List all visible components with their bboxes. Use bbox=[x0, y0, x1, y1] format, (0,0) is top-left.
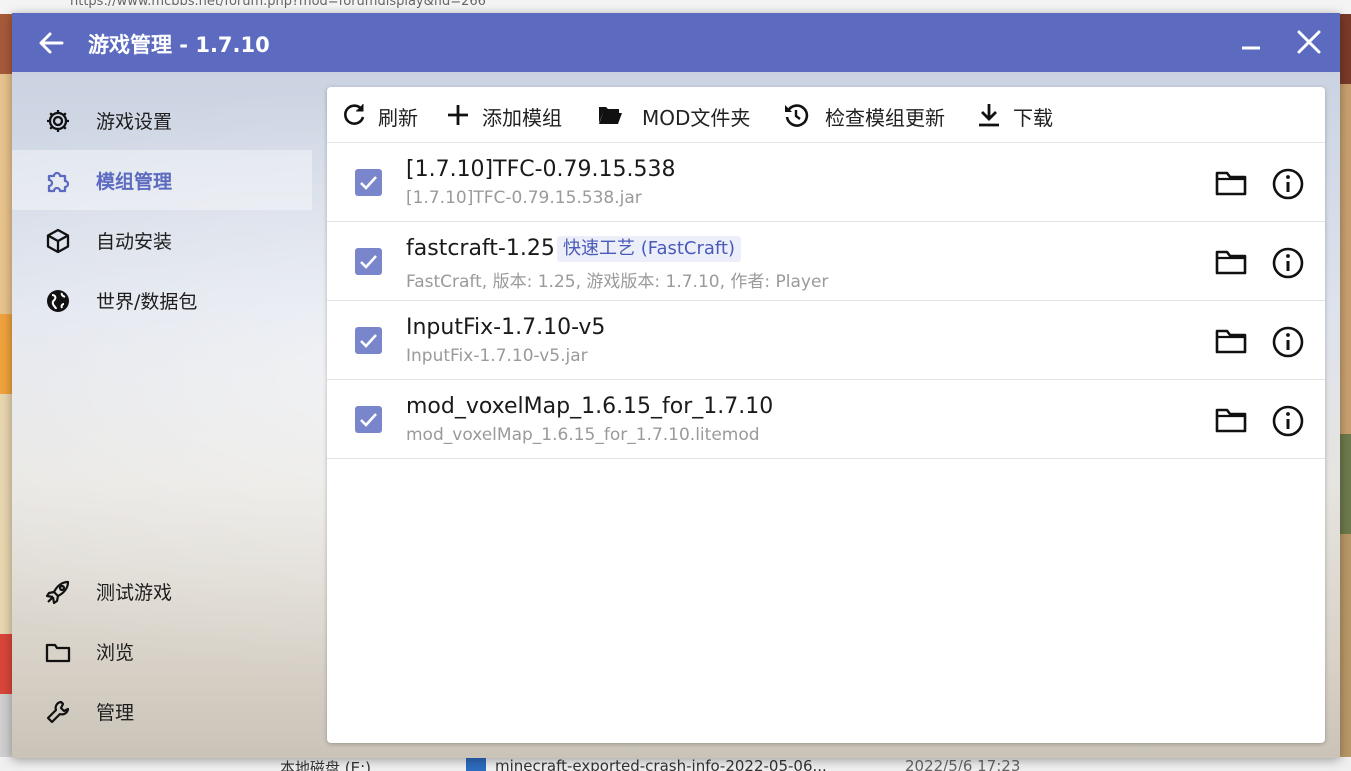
open-folder-button[interactable] bbox=[1214, 325, 1248, 357]
mod-enabled-checkbox[interactable] bbox=[355, 248, 382, 275]
mod-enabled-checkbox[interactable] bbox=[355, 327, 382, 354]
sidebar-item-test-game[interactable]: 测试游戏 bbox=[12, 561, 312, 621]
sidebar-item-label: 自动安装 bbox=[96, 231, 173, 253]
mod-list-card: 刷新 添加模组 MOD文件夹 检查模组更新 下载 [1.7.10]TFC-0.7… bbox=[327, 87, 1325, 743]
close-button[interactable] bbox=[1295, 28, 1323, 56]
explorer-file-date: 2022/5/6 17:23 bbox=[905, 757, 1021, 771]
gear-icon bbox=[47, 110, 69, 132]
check-updates-label: 检查模组更新 bbox=[825, 106, 945, 130]
cube-icon bbox=[46, 228, 70, 254]
sidebar-item-label: 世界/数据包 bbox=[96, 291, 198, 313]
explorer-file-name: minecraft-exported-crash-info-2022-05-06… bbox=[495, 757, 827, 771]
minimize-icon bbox=[1242, 46, 1260, 50]
plus-icon bbox=[448, 105, 468, 125]
mod-info-button[interactable] bbox=[1271, 325, 1305, 359]
window-title: 游戏管理 - 1.7.10 bbox=[88, 33, 270, 57]
checkmark-icon bbox=[360, 255, 377, 269]
wrench-icon bbox=[46, 700, 70, 724]
sidebar-item-label: 测试游戏 bbox=[96, 582, 173, 604]
mod-name: InputFix-1.7.10-v5 bbox=[406, 315, 606, 340]
folder-icon bbox=[1215, 408, 1247, 433]
globe-icon bbox=[47, 290, 69, 312]
download-label: 下载 bbox=[1013, 106, 1053, 130]
sidebar-item-label: 浏览 bbox=[96, 642, 135, 664]
file-explorer-strip: 本地磁盘 (E:) minecraft-exported-crash-info-… bbox=[0, 757, 1351, 771]
window-body: 游戏设置 模组管理 自动安装 世界/数据包 测试游戏 浏览 管理 刷新 添加模组… bbox=[12, 72, 1340, 758]
folder-icon bbox=[1215, 250, 1247, 275]
mod-subtitle: InputFix-1.7.10-v5.jar bbox=[406, 346, 588, 366]
open-folder-button[interactable] bbox=[1214, 167, 1248, 199]
open-folder-button[interactable] bbox=[1214, 246, 1248, 278]
close-icon bbox=[1297, 30, 1321, 54]
rocket-icon bbox=[45, 580, 70, 605]
arrow-left-icon bbox=[39, 32, 64, 54]
update-clock-icon bbox=[785, 104, 809, 127]
sidebar-item-label: 游戏设置 bbox=[96, 111, 173, 133]
mod-info-button[interactable] bbox=[1271, 246, 1305, 280]
mod-info-button[interactable] bbox=[1271, 167, 1305, 201]
download-icon bbox=[979, 104, 999, 127]
mod-row[interactable]: fastcraft-1.25 快速工艺 (FastCraft) FastCraf… bbox=[327, 222, 1325, 301]
mod-subtitle: mod_voxelMap_1.6.15_for_1.7.10.litemod bbox=[406, 425, 760, 445]
folder-icon bbox=[1215, 329, 1247, 354]
mod-enabled-checkbox[interactable] bbox=[355, 169, 382, 196]
mod-name: [1.7.10]TFC-0.79.15.538 bbox=[406, 157, 676, 182]
sidebar-item-label: 模组管理 bbox=[96, 171, 173, 193]
info-icon bbox=[1272, 168, 1304, 200]
checkmark-icon bbox=[360, 413, 377, 427]
folder-icon bbox=[45, 643, 71, 663]
add-mod-label: 添加模组 bbox=[482, 106, 562, 130]
refresh-label: 刷新 bbox=[378, 106, 418, 130]
back-button[interactable] bbox=[36, 28, 66, 58]
background-page-right bbox=[1339, 14, 1351, 771]
sidebar-item-mod-management[interactable]: 模组管理 bbox=[12, 150, 312, 210]
sidebar-item-manage[interactable]: 管理 bbox=[12, 681, 312, 741]
mod-display-name-tag: 快速工艺 (FastCraft) bbox=[557, 236, 742, 262]
mod-info-button[interactable] bbox=[1271, 404, 1305, 438]
mod-folder-label: MOD文件夹 bbox=[642, 106, 751, 130]
puzzle-icon bbox=[47, 171, 70, 193]
mod-name: fastcraft-1.25 bbox=[406, 236, 555, 261]
file-icon bbox=[466, 758, 486, 771]
mod-subtitle: [1.7.10]TFC-0.79.15.538.jar bbox=[406, 188, 642, 208]
info-icon bbox=[1272, 405, 1304, 437]
sidebar-item-auto-install[interactable]: 自动安装 bbox=[12, 210, 312, 270]
title-bar: 游戏管理 - 1.7.10 bbox=[12, 13, 1340, 72]
checkmark-icon bbox=[360, 334, 377, 348]
sidebar-item-label: 管理 bbox=[96, 702, 135, 724]
refresh-icon bbox=[344, 104, 365, 125]
info-icon bbox=[1272, 247, 1304, 279]
sidebar-item-browse[interactable]: 浏览 bbox=[12, 621, 312, 681]
mod-enabled-checkbox[interactable] bbox=[355, 406, 382, 433]
minimize-button[interactable] bbox=[1238, 29, 1264, 55]
info-icon bbox=[1272, 326, 1304, 358]
open-folder-button[interactable] bbox=[1214, 404, 1248, 436]
mod-row[interactable]: [1.7.10]TFC-0.79.15.538 [1.7.10]TFC-0.79… bbox=[327, 143, 1325, 222]
toolbar: 刷新 添加模组 MOD文件夹 检查模组更新 下载 bbox=[327, 87, 1325, 143]
browser-url: https://www.mcbbs.net/forum.php?mod=foru… bbox=[70, 0, 486, 9]
checkmark-icon bbox=[360, 176, 377, 190]
browser-address-bar: https://www.mcbbs.net/forum.php?mod=foru… bbox=[0, 0, 1351, 14]
mod-subtitle: FastCraft, 版本: 1.25, 游戏版本: 1.7.10, 作者: P… bbox=[406, 272, 829, 292]
explorer-drive-label: 本地磁盘 (E:) bbox=[280, 759, 372, 771]
mod-name: mod_voxelMap_1.6.15_for_1.7.10 bbox=[406, 394, 774, 419]
sidebar-item-worlds[interactable]: 世界/数据包 bbox=[12, 270, 312, 330]
folder-open-icon bbox=[599, 107, 622, 124]
background-page-left bbox=[0, 14, 12, 771]
mod-row[interactable]: InputFix-1.7.10-v5 InputFix-1.7.10-v5.ja… bbox=[327, 301, 1325, 380]
game-manager-window: 游戏管理 - 1.7.10 游戏设置 模组管理 自动安装 世界/数据包 测试游戏… bbox=[12, 13, 1340, 758]
folder-icon bbox=[1215, 171, 1247, 196]
sidebar-item-game-settings[interactable]: 游戏设置 bbox=[12, 90, 312, 150]
mod-row[interactable]: mod_voxelMap_1.6.15_for_1.7.10 mod_voxel… bbox=[327, 380, 1325, 459]
